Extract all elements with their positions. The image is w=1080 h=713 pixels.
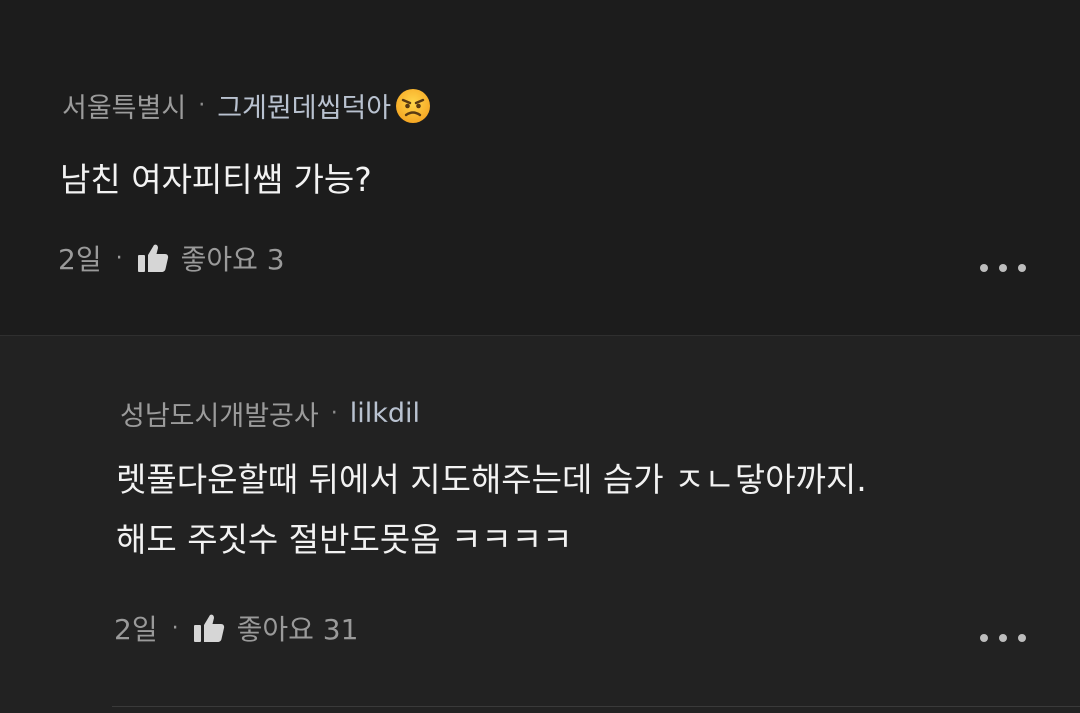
thumbs-up-icon: [193, 614, 224, 642]
comment-meta: 서울특별시 · 그게뭔데씹덕아: [62, 86, 431, 125]
separator-dot: ·: [171, 615, 179, 641]
more-dot-icon: [980, 264, 988, 272]
separator-dot: ·: [115, 245, 123, 271]
more-dot-icon: [999, 264, 1007, 272]
like-button[interactable]: 좋아요 3: [137, 238, 285, 278]
angry-face-emoji-icon: [396, 88, 431, 123]
comment-text-line: 남친 여자피티쌤 가능?: [60, 160, 372, 199]
more-dot-icon: [999, 634, 1007, 642]
like-button[interactable]: 좋아요 31: [193, 608, 359, 648]
location-label: 서울특별시: [62, 93, 187, 124]
separator-dot: ·: [330, 401, 338, 426]
more-dot-icon: [1018, 634, 1026, 642]
like-count-label: 좋아요 3: [180, 243, 285, 276]
more-dot-icon: [1018, 264, 1026, 272]
comment-footer: 2일 · 좋아요 3: [58, 238, 285, 278]
comment-body: 렛풀다운할때 뒤에서 지도해주는데 슴가 ㅈㄴ닿아까지. 해도 주짓수 절반도못…: [116, 450, 867, 570]
comment-footer: 2일 · 좋아요 31: [114, 608, 358, 648]
reply-divider: [112, 706, 1080, 707]
comment-item: 서울특별시 · 그게뭔데씹덕아 남친 여자피티쌤 가능? 2일 · 좋아요 3: [0, 0, 1080, 335]
comment-body: 남친 여자피티쌤 가능?: [60, 150, 372, 210]
comment-age: 2일: [58, 243, 102, 276]
nickname-link[interactable]: lilkdil: [350, 398, 420, 429]
comment-age: 2일: [114, 613, 158, 646]
more-options-button[interactable]: [980, 628, 1026, 648]
nickname-link[interactable]: 그게뭔데씹덕아: [217, 86, 391, 125]
thumbs-up-icon: [137, 244, 168, 272]
location-label: 성남도시개발공사: [120, 401, 319, 432]
more-options-button[interactable]: [980, 258, 1026, 278]
comment-text-line: 해도 주짓수 절반도못옴 ㅋㅋㅋㅋ: [116, 520, 573, 559]
comment-meta: 성남도시개발공사 · lilkdil: [120, 394, 420, 433]
reply-item: 성남도시개발공사 · lilkdil 렛풀다운할때 뒤에서 지도해주는데 슴가 …: [0, 336, 1080, 713]
like-count-label: 좋아요 31: [236, 613, 359, 646]
separator-dot: ·: [198, 93, 206, 118]
more-dot-icon: [980, 634, 988, 642]
comment-text-line: 렛풀다운할때 뒤에서 지도해주는데 슴가 ㅈㄴ닿아까지.: [116, 460, 867, 499]
